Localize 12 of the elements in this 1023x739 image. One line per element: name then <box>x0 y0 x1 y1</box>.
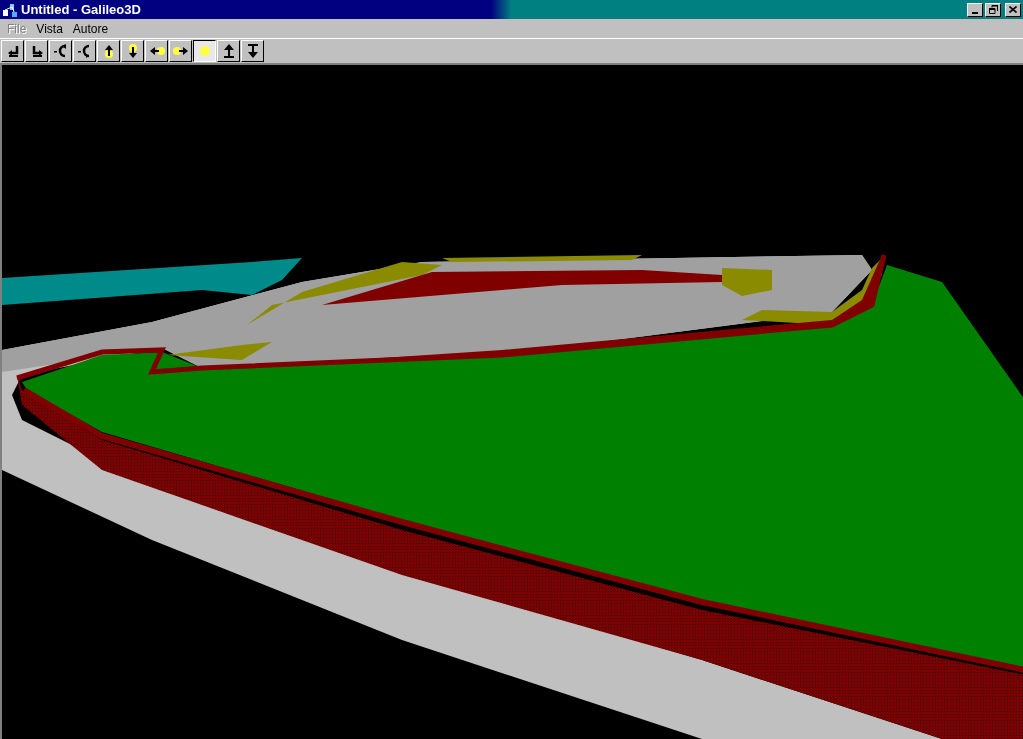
minimize-button[interactable] <box>967 2 983 17</box>
toolbar-button[interactable] <box>193 40 216 62</box>
restore-icon <box>988 5 998 14</box>
menu-item[interactable]: Vista <box>31 19 68 38</box>
close-icon <box>1009 6 1017 13</box>
app-icon <box>2 1 18 18</box>
close-button[interactable] <box>1005 2 1021 17</box>
minimize-icon <box>972 11 978 14</box>
window-title: Untitled - Galileo3D <box>21 0 141 19</box>
menu-item[interactable]: Autore <box>67 19 114 38</box>
curved-arrow-icon <box>52 43 69 59</box>
restore-button[interactable] <box>985 2 1001 17</box>
